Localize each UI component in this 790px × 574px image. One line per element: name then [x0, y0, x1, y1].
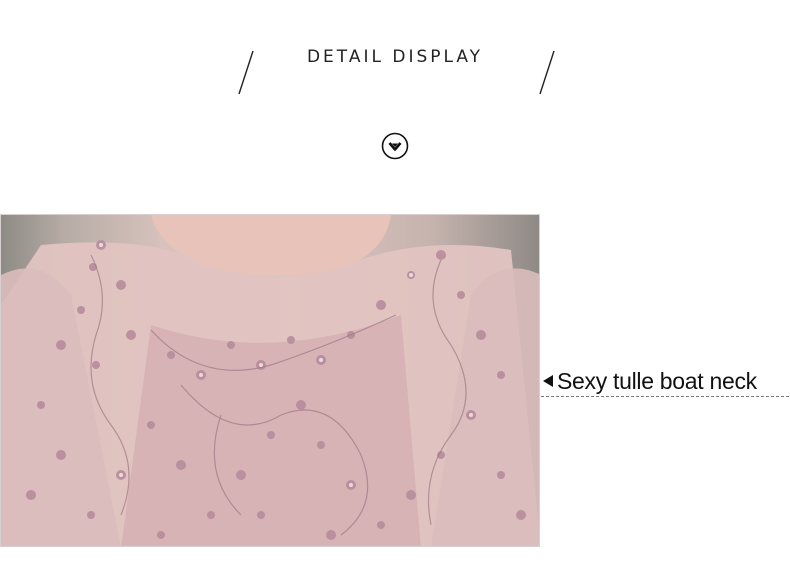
decorative-slash-right	[539, 50, 555, 95]
callout-label: Sexy tulle boat neck	[557, 367, 757, 394]
left-pointer-icon	[543, 375, 553, 387]
chevron-down-circle-icon	[381, 132, 409, 160]
callout-dashed-line	[541, 396, 789, 397]
section-title: DETAIL DISPLAY	[306, 47, 484, 67]
feature-callout: Sexy tulle boat neck	[543, 368, 757, 394]
dress-detail-photo	[0, 214, 540, 547]
